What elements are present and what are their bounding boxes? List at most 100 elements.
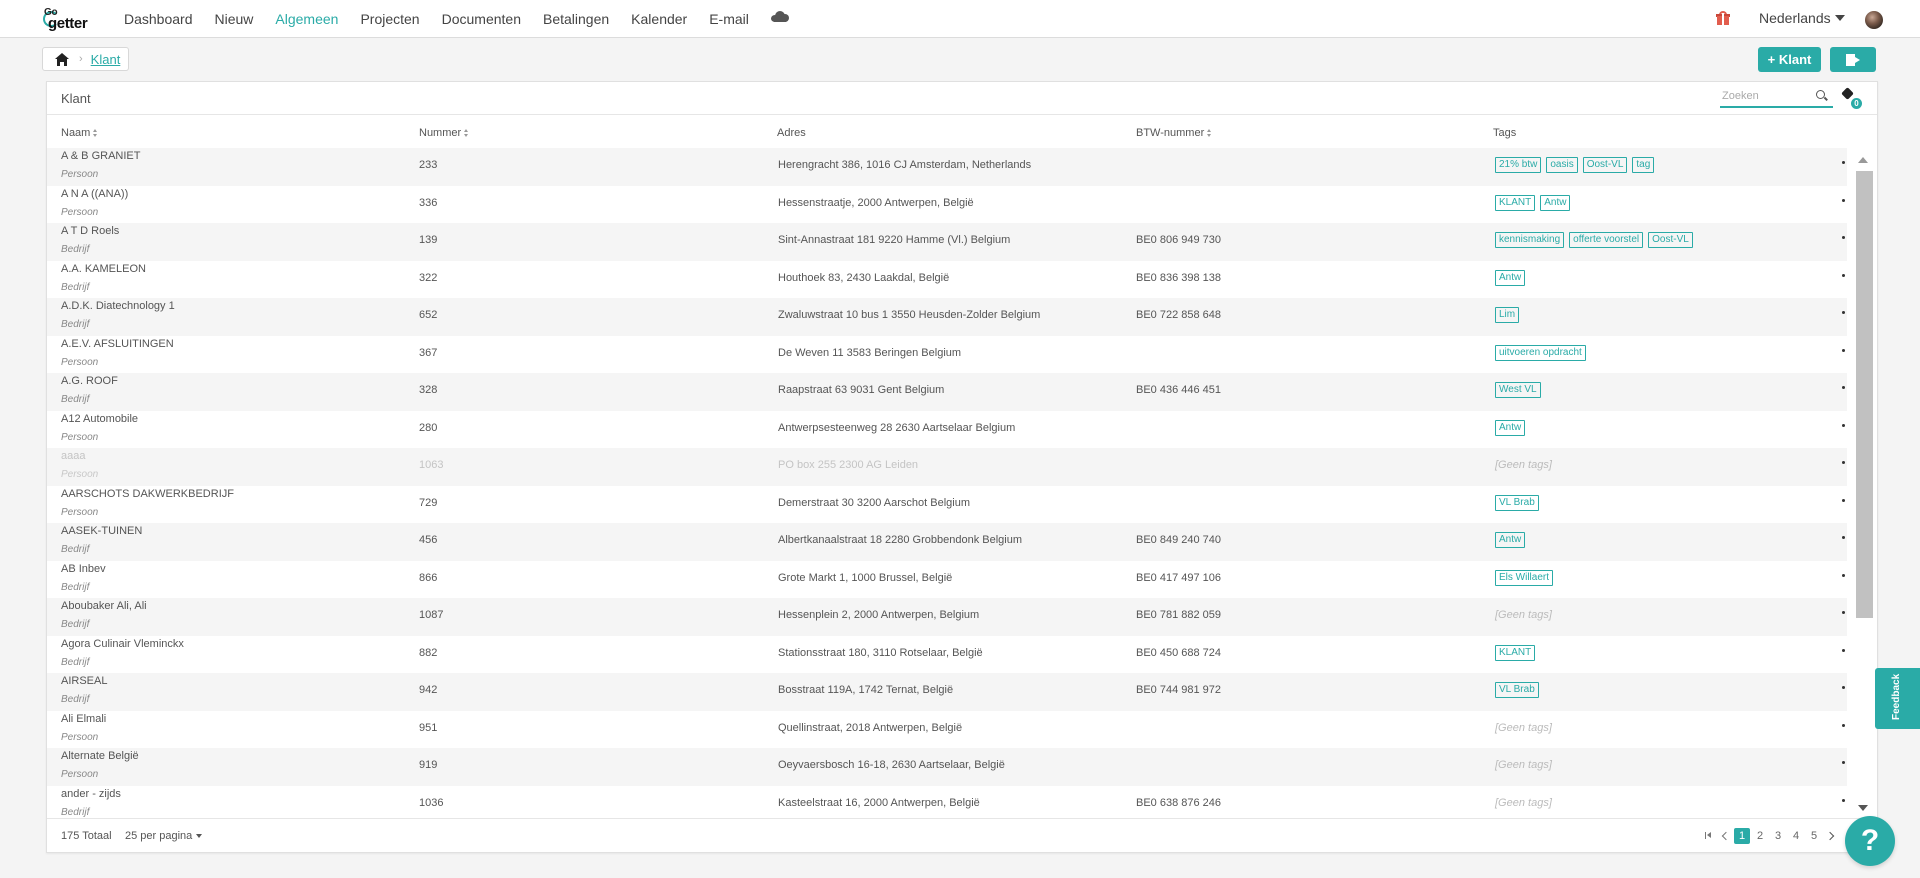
table-row[interactable]: AARSCHOTS DAKWERKBEDRIJF Persoon 729 Demers… (47, 486, 1847, 524)
help-button[interactable]: ? (1845, 816, 1895, 866)
tag-chip[interactable]: KLANT (1495, 194, 1536, 211)
tag-filter-button[interactable]: 0 (1841, 87, 1863, 110)
scrollbar-thumb[interactable] (1856, 171, 1873, 618)
scroll-down-icon[interactable] (1858, 805, 1868, 811)
tag-list: uitvoeren opdracht (1495, 344, 1586, 361)
tag-chip[interactable]: oasis (1546, 157, 1578, 173)
row-menu-icon[interactable] (1842, 311, 1845, 314)
nav-email[interactable]: E-mail (709, 11, 749, 27)
tag-chip[interactable]: tag (1632, 157, 1655, 173)
add-klant-button[interactable]: + Klant (1758, 47, 1821, 72)
table-row[interactable]: A12 Automobile Persoon 280 Antwerpsesteenwe… (47, 411, 1847, 449)
export-button[interactable] (1830, 47, 1876, 72)
table-row[interactable]: ander - zijds Bedrijf 1036 Kasteelstraat 16… (47, 786, 1847, 819)
tag-chip[interactable]: kennismaking (1495, 232, 1565, 248)
search-input[interactable] (1720, 86, 1810, 106)
column-header-naam[interactable]: Naam (61, 127, 98, 139)
page-1[interactable]: 1 (1734, 828, 1750, 844)
tag-chip[interactable]: Oost-VL (1648, 232, 1693, 248)
nav-projecten[interactable]: Projecten (360, 11, 419, 27)
logo-getter: getter (48, 15, 88, 32)
feedback-tab[interactable]: Feedback (1875, 668, 1920, 729)
nav-algemeen[interactable]: Algemeen (275, 11, 338, 27)
table-row[interactable]: AASEK-TUINEN Bedrijf 456 Albertkanaalstraat… (47, 523, 1847, 561)
table-row[interactable]: A.A. KAMELEON Bedrijf 322 Houthoek 83, 2430… (47, 261, 1847, 299)
gift-icon[interactable] (1716, 11, 1730, 25)
nav-documenten[interactable]: Documenten (442, 11, 521, 27)
table-row[interactable]: aaaa Persoon 1063 PO box 255 2300 AG Leiden… (47, 448, 1847, 486)
tag-chip[interactable]: Lim (1495, 307, 1520, 323)
tag-chip[interactable]: KLANT (1495, 644, 1536, 661)
row-menu-icon[interactable] (1842, 273, 1845, 277)
row-menu-icon[interactable] (1842, 611, 1845, 614)
page-2[interactable]: 2 (1751, 828, 1769, 844)
sort-icon (1207, 129, 1212, 137)
row-menu-icon[interactable] (1842, 236, 1845, 239)
row-menu-icon[interactable] (1842, 461, 1845, 464)
row-menu-icon[interactable] (1842, 498, 1845, 502)
row-menu-icon[interactable] (1842, 648, 1845, 652)
row-menu-icon[interactable] (1842, 348, 1845, 352)
table-row[interactable]: Ali Elmali Persoon 951 Quellinstraat, 2018 … (47, 711, 1847, 749)
table-row[interactable]: A.E.V. AFSLUITINGEN Persoon 367 De Weven 11… (47, 336, 1847, 374)
row-menu-icon[interactable] (1842, 386, 1845, 389)
user-avatar[interactable] (1865, 11, 1883, 29)
table-row[interactable]: A N A ((ANA)) Persoon 336 Hessenstraatje, 2… (47, 186, 1847, 224)
column-header-btw[interactable]: BTW-nummer (1136, 127, 1212, 139)
client-address: Antwerpsesteenweg 28 2630 Aartselaar Bel… (778, 421, 1016, 434)
row-menu-icon[interactable] (1842, 573, 1845, 577)
scroll-up-icon[interactable] (1858, 157, 1868, 163)
table-row[interactable]: A.D.K. Diatechnology 1 Bedrijf 652 Zwaluwst… (47, 298, 1847, 336)
tag-chip[interactable]: Antw (1495, 269, 1526, 286)
nav-betalingen[interactable]: Betalingen (543, 11, 609, 27)
row-menu-icon[interactable] (1842, 686, 1845, 689)
tag-chip[interactable]: Antw (1540, 194, 1571, 211)
client-number: 367 (419, 346, 438, 359)
tag-chip[interactable]: uitvoeren opdracht (1495, 344, 1586, 361)
table-row[interactable]: Agora Culinair Vleminckx Bedrijf 882 Statio… (47, 636, 1847, 674)
page-3[interactable]: 3 (1769, 828, 1787, 844)
per-page-selector[interactable]: 25 per pagina (125, 830, 203, 842)
row-menu-icon[interactable] (1842, 161, 1845, 164)
tag-chip[interactable]: Antw (1495, 532, 1526, 548)
home-icon[interactable] (55, 52, 69, 66)
row-menu-icon[interactable] (1842, 536, 1845, 539)
breadcrumb-klant[interactable]: Klant (91, 52, 121, 67)
table-row[interactable]: A & B GRANIET Persoon 233 Herengracht 386, … (47, 148, 1847, 186)
tag-chip[interactable]: West VL (1495, 382, 1541, 398)
nav-nieuw[interactable]: Nieuw (215, 11, 254, 27)
search-icon[interactable] (1816, 90, 1825, 99)
language-selector[interactable]: Nederlands (1759, 10, 1845, 26)
previous-page-icon[interactable] (1717, 828, 1733, 844)
tag-chip[interactable]: offerte voorstel (1569, 232, 1644, 248)
tag-chip[interactable]: Oost-VL (1582, 157, 1628, 173)
tag-chip[interactable]: VL Brab (1495, 682, 1539, 698)
gogetter-logo[interactable]: Go getter (43, 7, 100, 32)
tag-chip[interactable]: 21% btw (1495, 157, 1542, 173)
table-scrollbar[interactable] (1853, 148, 1875, 818)
row-menu-icon[interactable] (1842, 423, 1845, 427)
tag-chip[interactable]: Antw (1495, 419, 1526, 436)
cloud-icon[interactable] (770, 10, 789, 22)
table-row[interactable]: A T D Roels Bedrijf 139 Sint-Annastraat 181… (47, 223, 1847, 261)
client-vat-number: BE0 722 858 648 (1136, 309, 1222, 321)
nav-kalender[interactable]: Kalender (631, 11, 687, 27)
table-row[interactable]: Alternate België Persoon 919 Oeyvaersbosch … (47, 748, 1847, 786)
client-type: Bedrijf (61, 694, 90, 705)
tag-chip[interactable]: VL Brab (1495, 494, 1539, 511)
table-row[interactable]: Aboubaker Ali, Ali Bedrijf 1087 Hessenplein… (47, 598, 1847, 636)
column-header-nummer[interactable]: Nummer (419, 127, 469, 139)
table-row[interactable]: A.G. ROOF Bedrijf 328 Raapstraat 63 9031 Ge… (47, 373, 1847, 411)
table-row[interactable]: AIRSEAL Bedrijf 942 Bosstraat 119A, 1742 Te… (47, 673, 1847, 711)
row-menu-icon[interactable] (1842, 198, 1845, 202)
first-page-icon[interactable] (1701, 828, 1717, 844)
tag-chip[interactable]: Els Willaert (1495, 569, 1554, 586)
row-menu-icon[interactable] (1842, 798, 1845, 802)
page-4[interactable]: 4 (1787, 828, 1805, 844)
row-menu-icon[interactable] (1842, 723, 1845, 727)
table-row[interactable]: AB Inbev Bedrijf 866 Grote Markt 1, 1000 Br… (47, 561, 1847, 599)
nav-dashboard[interactable]: Dashboard (124, 11, 193, 27)
page-5[interactable]: 5 (1805, 828, 1823, 844)
row-menu-icon[interactable] (1842, 761, 1845, 764)
next-page-icon[interactable] (1823, 828, 1839, 844)
